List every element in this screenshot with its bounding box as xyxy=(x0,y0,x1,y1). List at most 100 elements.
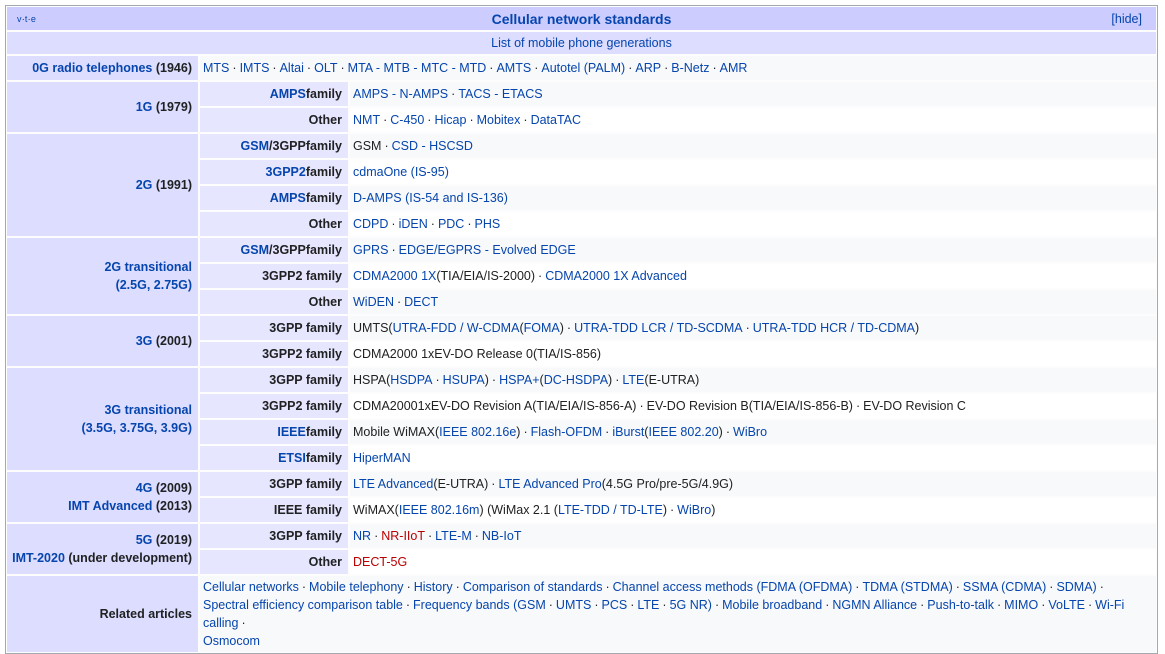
list-item-link[interactable]: NR-IIoT xyxy=(381,529,425,543)
list-item-link[interactable]: NGMN Alliance xyxy=(832,598,917,612)
ieee-link[interactable]: IEEE xyxy=(277,425,306,439)
list-item-link[interactable]: CDPD xyxy=(353,217,388,231)
imt-advanced-link[interactable]: IMT Advanced xyxy=(68,499,152,513)
evdo-rev-c-link[interactable]: EV-DO Revision C xyxy=(863,399,966,413)
flash-ofdm-link[interactable]: Flash-OFDM xyxy=(531,425,603,439)
list-item-link[interactable]: Hicap xyxy=(434,113,466,127)
3g-transitional-sub-link[interactable]: (3.5G, 3.75G, 3.9G) xyxy=(82,419,192,437)
list-item-link[interactable]: WiDEN xyxy=(353,295,394,309)
list-item-link[interactable]: Push-to-talk xyxy=(927,598,994,612)
2g-link[interactable]: 2G xyxy=(136,178,153,192)
0g-link[interactable]: 0G radio telephones xyxy=(32,61,152,75)
cdma2000-evdo-rel0-link[interactable]: CDMA2000 1xEV-DO Release 0 xyxy=(353,347,533,361)
foma-link[interactable]: FOMA xyxy=(524,321,560,335)
navbox-subtitle[interactable]: List of mobile phone generations xyxy=(7,32,1156,54)
list-item-link[interactable]: Frequency bands (GSM xyxy=(413,598,546,612)
list-item-link[interactable]: DECT xyxy=(404,295,438,309)
1g-link[interactable]: 1G xyxy=(136,100,153,114)
list-item-link[interactable]: CSD - HSCSD xyxy=(392,139,473,153)
2g-transitional-link[interactable]: 2G transitional xyxy=(104,258,192,276)
list-item-link[interactable]: IMTS xyxy=(240,61,270,75)
list-item-link[interactable]: 5G NR) xyxy=(670,598,712,612)
list-item-link[interactable]: PCS xyxy=(602,598,628,612)
list-item-link[interactable]: Osmocom xyxy=(203,634,260,648)
list-item-link[interactable]: CDMA2000 1X Advanced xyxy=(545,269,687,283)
list-item-link[interactable]: iDEN xyxy=(399,217,428,231)
utra-fdd-link[interactable]: UTRA-FDD / W-CDMA xyxy=(393,321,520,335)
gsm-link[interactable]: GSM xyxy=(241,139,269,153)
utra-tdd-hcr-link[interactable]: UTRA-TDD HCR / TD-CDMA xyxy=(753,321,915,335)
3g-link[interactable]: 3G xyxy=(136,334,153,348)
list-item-link[interactable]: NR xyxy=(353,529,371,543)
iburst-link[interactable]: iBurst xyxy=(612,425,644,439)
umts-text[interactable]: UMTS xyxy=(353,321,388,335)
list-item-link[interactable]: GPRS xyxy=(353,243,388,257)
gsm-link[interactable]: GSM xyxy=(241,243,269,257)
amps-link[interactable]: AMPS xyxy=(270,87,306,101)
list-item-link[interactable]: cdmaOne (IS-95) xyxy=(353,165,449,179)
etsi-link[interactable]: ETSI xyxy=(278,451,306,465)
5g-link[interactable]: 5G xyxy=(136,533,153,547)
list-item-link[interactable]: CDMA2000 1X xyxy=(353,269,436,283)
hspa-link[interactable]: HSPA xyxy=(353,373,386,387)
list-item-link[interactable]: Cellular networks xyxy=(203,580,299,594)
lte-link[interactable]: LTE xyxy=(622,373,644,387)
list-item-link[interactable]: AMPS - N-AMPS xyxy=(353,87,448,101)
ieee-80216e-link[interactable]: IEEE 802.16e xyxy=(439,425,516,439)
list-item-link[interactable]: PDC xyxy=(438,217,464,231)
list-item-link[interactable]: Channel access methods (FDMA (OFDMA) xyxy=(613,580,853,594)
e-utra-link[interactable]: E-UTRA xyxy=(438,477,485,491)
wimax-link[interactable]: WiMAX xyxy=(353,503,395,517)
list-item-link[interactable]: SSMA (CDMA) xyxy=(963,580,1046,594)
list-item-link[interactable]: Autotel (PALM) xyxy=(541,61,625,75)
lte-tdd-link[interactable]: LTE-TDD / TD-LTE xyxy=(558,503,663,517)
utra-tdd-lcr-link[interactable]: UTRA-TDD LCR / TD-SCDMA xyxy=(574,321,743,335)
list-item-link[interactable]: TACS - ETACS xyxy=(458,87,542,101)
list-item-link[interactable]: LTE xyxy=(637,598,659,612)
list-item-link[interactable]: NB-IoT xyxy=(482,529,522,543)
amps-link[interactable]: AMPS xyxy=(270,191,306,205)
list-item-link[interactable]: NMT xyxy=(353,113,380,127)
list-item-link[interactable]: UMTS xyxy=(556,598,591,612)
list-item-link[interactable]: B-Netz xyxy=(671,61,709,75)
list-item-link[interactable]: Altai xyxy=(280,61,304,75)
list-item-link[interactable]: DECT-5G xyxy=(353,555,407,569)
list-item-link[interactable]: Spectral efficiency comparison table xyxy=(203,598,403,612)
list-item-link[interactable]: MTA - MTB - MTC - MTD xyxy=(348,61,487,75)
list-item-link[interactable]: DataTAC xyxy=(531,113,581,127)
list-item-link[interactable]: D-AMPS (IS-54 and IS-136) xyxy=(353,191,508,205)
list-item-link[interactable]: MIMO xyxy=(1004,598,1038,612)
list-item-link[interactable]: AMR xyxy=(720,61,748,75)
navbox-title[interactable]: Cellular network standards xyxy=(7,11,1156,27)
list-item-link[interactable]: LTE-M xyxy=(435,529,472,543)
dc-hsdpa-link[interactable]: DC-HSDPA xyxy=(544,373,608,387)
3gpp2-link[interactable]: 3GPP2 xyxy=(266,165,306,179)
list-item-link[interactable]: Mobitex xyxy=(477,113,521,127)
wibro-link[interactable]: WiBro xyxy=(677,503,711,517)
hide-button[interactable]: [hide] xyxy=(1111,12,1142,26)
list-item-link[interactable]: GSM xyxy=(353,139,381,153)
hsdpa-link[interactable]: HSDPA xyxy=(390,373,432,387)
list-item-link[interactable]: VoLTE xyxy=(1048,598,1085,612)
evdo-rev-b-link[interactable]: EV-DO Revision B xyxy=(647,399,749,413)
list-item-link[interactable]: OLT xyxy=(314,61,337,75)
list-item-link[interactable]: HiperMAN xyxy=(353,451,411,465)
3g-transitional-link[interactable]: 3G transitional xyxy=(104,401,192,419)
list-item-link[interactable]: Comparison of standards xyxy=(463,580,603,594)
list-item-link[interactable]: TDMA (STDMA) xyxy=(862,580,952,594)
imt-2020-link[interactable]: IMT-2020 xyxy=(12,551,65,565)
hspa-plus-link[interactable]: HSPA+ xyxy=(499,373,539,387)
ieee-80216m-link[interactable]: IEEE 802.16m xyxy=(399,503,480,517)
lte-advanced-pro-link[interactable]: LTE Advanced Pro xyxy=(498,477,601,491)
wibro-link[interactable]: WiBro xyxy=(733,425,767,439)
list-item-link[interactable]: History xyxy=(414,580,453,594)
lte-advanced-link[interactable]: LTE Advanced xyxy=(353,477,433,491)
4g-link[interactable]: 4G xyxy=(136,481,153,495)
e-utra-link[interactable]: E-UTRA xyxy=(649,373,696,387)
evdo-rev-a-link[interactable]: 1xEV-DO Revision A xyxy=(418,399,533,413)
hsupa-link[interactable]: HSUPA xyxy=(443,373,485,387)
list-item-link[interactable]: Mobile telephony xyxy=(309,580,404,594)
hide-toggle[interactable]: [hide] xyxy=(1111,12,1142,26)
list-item-link[interactable]: ARP xyxy=(635,61,661,75)
2g-transitional-sub-link[interactable]: (2.5G, 2.75G) xyxy=(116,276,192,294)
